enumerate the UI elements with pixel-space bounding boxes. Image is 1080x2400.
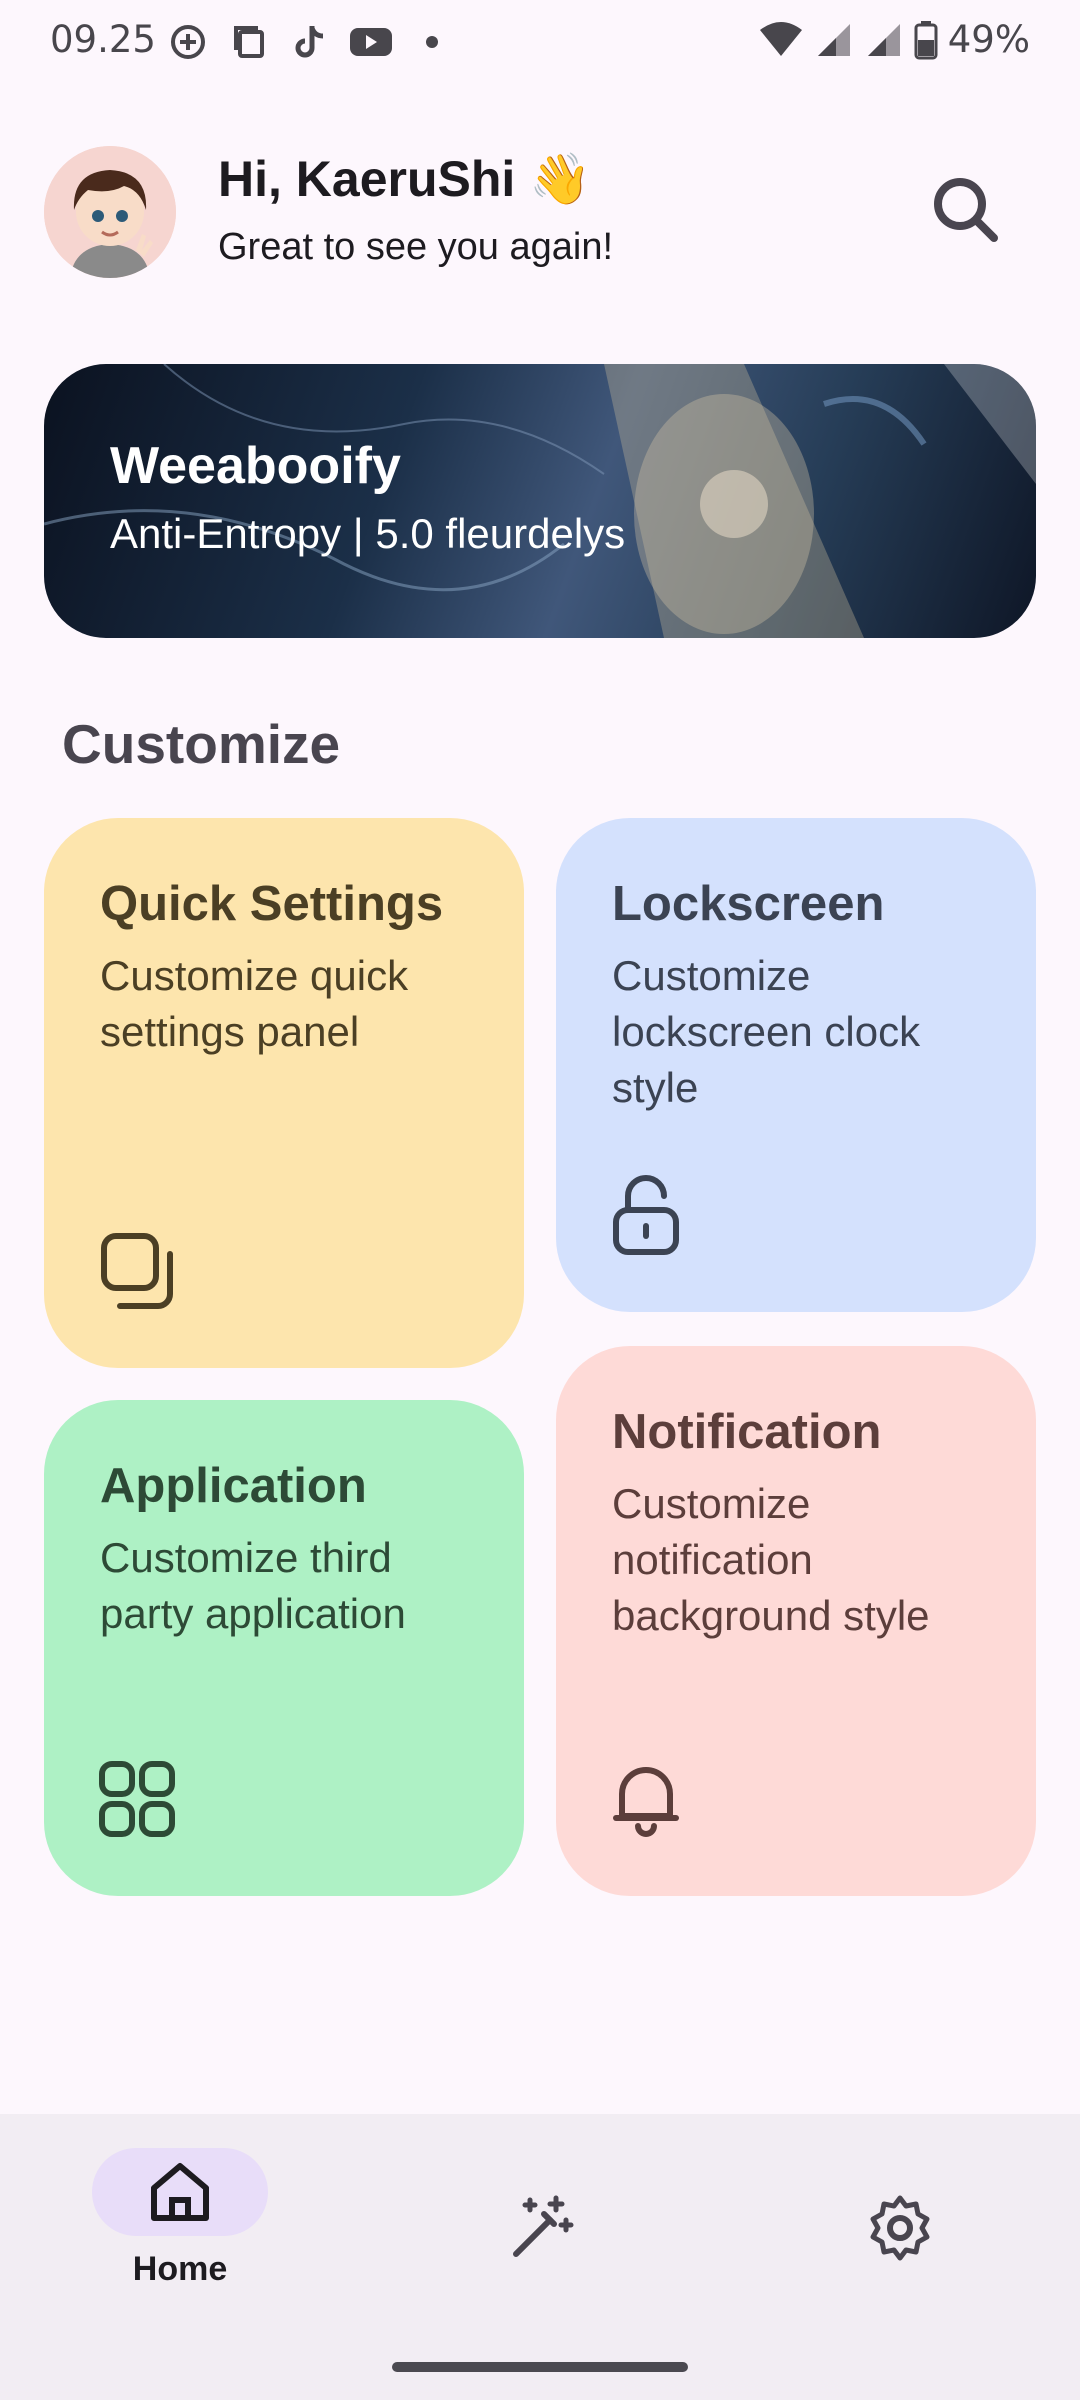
banner-card[interactable]: Weeaboоify Anti-Entropy | 5.0 fleurdelys — [44, 364, 1036, 638]
avatar[interactable] — [44, 146, 176, 278]
gesture-bar[interactable] — [392, 2362, 688, 2372]
signal-icon — [867, 23, 900, 56]
banner-artwork — [44, 364, 1036, 638]
youtube-icon — [350, 28, 392, 56]
gear-icon[interactable] — [864, 2192, 936, 2264]
status-right: 49% — [758, 18, 1030, 61]
tiktok-icon — [295, 26, 324, 58]
card-description: Customize quick settings panel — [100, 952, 409, 1055]
grid-icon — [99, 1761, 175, 1837]
greeting-subtitle: Great to see you again! — [218, 226, 614, 268]
card-description: Customize third party application — [100, 1534, 406, 1637]
battery-percent: 49% — [947, 18, 1030, 61]
section-title: Customize — [62, 713, 341, 775]
bell-icon — [613, 1767, 679, 1837]
unlock-icon — [613, 1175, 679, 1255]
quick-settings-icon — [101, 1233, 173, 1309]
bottom-navigation: Home — [0, 2114, 1080, 2400]
copy-icon — [234, 26, 264, 58]
home-icon — [151, 2163, 209, 2221]
battery-icon — [914, 20, 938, 59]
magic-wand-icon[interactable] — [504, 2192, 576, 2264]
card-title: Quick Settings — [100, 877, 444, 931]
avatar-illustration — [44, 146, 176, 278]
signal-icon — [817, 23, 850, 56]
status-bar: 09.25 49% — [0, 0, 1080, 86]
plus-circle-icon — [171, 25, 205, 59]
banner-subtitle: Anti-Entropy | 5.0 fleurdelys — [110, 510, 626, 557]
card-description: Customize lockscreen clock style — [612, 952, 921, 1111]
search-button[interactable] — [924, 168, 1008, 252]
status-time: 09.25 — [50, 18, 156, 61]
card-title: Lockscreen — [612, 877, 885, 931]
banner-title: Weeaboоify — [110, 437, 401, 495]
search-icon — [934, 178, 998, 242]
dot-icon — [426, 36, 438, 48]
wifi-icon — [759, 21, 802, 56]
application-card[interactable]: Application Customize third party applic… — [44, 1400, 524, 1896]
quick-settings-card[interactable]: Quick Settings Customize quick settings … — [44, 818, 524, 1368]
nav-home-label[interactable]: Home — [92, 2250, 268, 2289]
greeting-title: Hi, KaeruShi 👋 — [218, 151, 592, 207]
card-title: Notification — [612, 1405, 882, 1459]
nav-home[interactable] — [92, 2148, 268, 2236]
card-title: Application — [100, 1459, 367, 1513]
lockscreen-card[interactable]: Lockscreen Customize lockscreen clock st… — [556, 818, 1036, 1312]
card-description: Customize notification background style — [612, 1480, 930, 1639]
notification-card[interactable]: Notification Customize notification back… — [556, 1346, 1036, 1896]
